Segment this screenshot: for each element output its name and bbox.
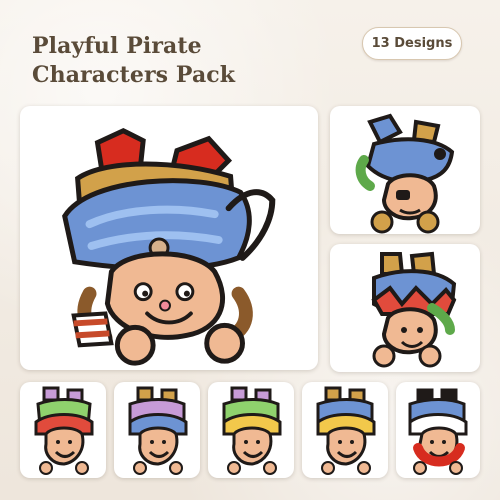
title-line-2: Characters Pack (32, 62, 236, 88)
pirate-small-3-icon (222, 386, 282, 475)
pirate-large-icon (62, 127, 276, 366)
designs-count-badge: 13 Designs (362, 27, 462, 60)
design-card-small-3[interactable] (208, 382, 294, 478)
design-card-small-2[interactable] (114, 382, 200, 478)
pirate-small-5-icon (408, 388, 468, 475)
design-card-large[interactable] (20, 106, 318, 370)
pirate-small-2-icon (128, 386, 188, 475)
page-title: Playful Pirate Characters Pack (32, 32, 292, 90)
pirate-medium-1-icon (355, 113, 455, 234)
pirate-small-4-icon (316, 386, 376, 475)
design-card-small-5[interactable] (396, 382, 480, 478)
design-card-small-1[interactable] (20, 382, 106, 478)
pirate-medium-2-icon (371, 251, 457, 368)
title-line-1: Playful Pirate (32, 33, 202, 59)
pirate-small-1-icon (34, 386, 94, 475)
design-card-medium-2[interactable] (330, 244, 480, 372)
design-card-medium-1[interactable] (330, 106, 480, 234)
design-card-small-4[interactable] (302, 382, 388, 478)
